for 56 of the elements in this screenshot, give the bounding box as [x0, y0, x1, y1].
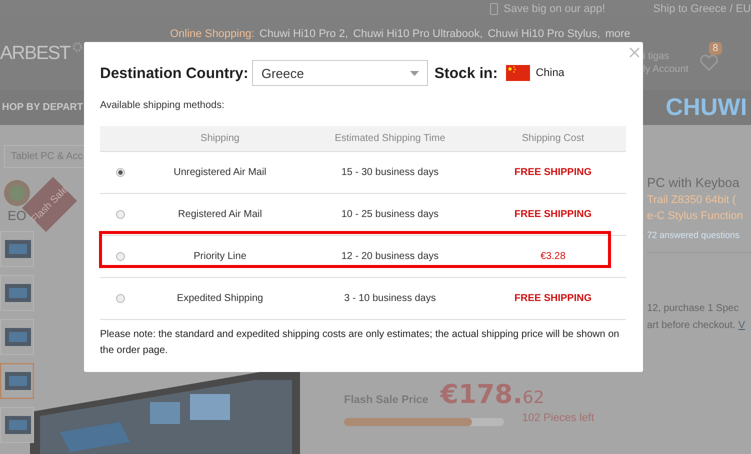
table-cell-text: 3 - 10 business days — [343, 293, 437, 304]
column-header: Shipping Cost — [520, 133, 586, 144]
radio-button[interactable] — [116, 168, 124, 177]
thumbnail[interactable] — [0, 275, 34, 311]
video-icon — [2, 178, 32, 208]
table-cell-text: FREE SHIPPING — [513, 167, 593, 178]
table-cell-text: Unregistered Air Mail — [172, 167, 268, 178]
questions-link[interactable]: 72 answered questions — [647, 230, 751, 253]
column-header: Shipping — [200, 133, 240, 144]
destination-label: Destination Country: — [100, 64, 248, 82]
stock-country: China — [536, 67, 564, 79]
table-cell-text: Registered Air Mail — [177, 209, 263, 220]
phone-icon — [490, 3, 498, 15]
promo-text: art before checkout. — [647, 320, 736, 331]
thumbnail[interactable] — [0, 231, 34, 267]
country-select[interactable]: Greece — [252, 60, 428, 86]
brand-title: CHUWI — [666, 94, 748, 122]
table-cell-text: FREE SHIPPING — [513, 293, 593, 304]
radio-button[interactable] — [116, 210, 124, 219]
table-cell-text: 10 - 25 business days — [340, 209, 440, 220]
hot-search-link[interactable]: Chuwi Hi10 Pro Stylus, — [488, 28, 600, 40]
stock-label: Stock in: — [434, 64, 498, 82]
table-cell-text: 15 - 30 business days — [340, 167, 440, 178]
table-cell-text: FREE SHIPPING — [513, 209, 593, 220]
thumbnail[interactable] — [0, 407, 34, 443]
thumbnail[interactable] — [0, 363, 34, 399]
hot-search-label: Online Shopping: — [170, 28, 254, 40]
hot-search-link[interactable]: Chuwi Hi10 Pro Ultrabook, — [353, 28, 483, 40]
table-cell-text: Expedited Shipping — [176, 293, 264, 304]
table-cell-text: Priority Line — [192, 251, 248, 262]
hot-search-link[interactable]: more — [605, 28, 630, 40]
table-cell-text: 12 - 20 business days — [340, 251, 440, 262]
column-header: Estimated Shipping Time — [334, 133, 446, 144]
ship-to-link[interactable]: Ship to Greece / EU — [653, 3, 751, 15]
departments-menu[interactable]: HOP BY DEPART — [0, 102, 84, 113]
shipping-note: Please note: the standard and expedited shipping costs are only estimates; the actual shipping price will be shown on the order page. — [100, 328, 620, 358]
product-title: PC with Keyboa — [647, 175, 740, 190]
radio-button[interactable] — [116, 294, 124, 303]
caret-icon — [410, 70, 420, 76]
promo-link[interactable]: V — [738, 320, 746, 331]
radio-button[interactable] — [116, 252, 124, 261]
close-icon[interactable] — [629, 47, 640, 58]
site-logo[interactable]: ARBEST — [0, 36, 70, 72]
table-cell-text: €3.28 — [539, 251, 567, 262]
promo-text: 12, purchase 1 Spec — [647, 303, 740, 314]
hot-search-link[interactable]: Chuwi Hi10 Pro 2, — [259, 28, 348, 40]
gear-icon — [71, 40, 84, 54]
video-label[interactable]: EO — [8, 208, 26, 223]
app-promo-link[interactable]: Save big on our app! — [504, 3, 606, 15]
wishlist-count-badge: 8 — [708, 42, 722, 55]
methods-label: Available shipping methods: — [100, 100, 226, 111]
thumbnail[interactable] — [0, 319, 34, 355]
product-subtitle: e-C Stylus Function — [647, 210, 744, 222]
flag-icon — [506, 65, 530, 81]
heart-icon — [698, 54, 719, 72]
product-subtitle: Trail Z8350 64bit ( — [647, 194, 737, 206]
